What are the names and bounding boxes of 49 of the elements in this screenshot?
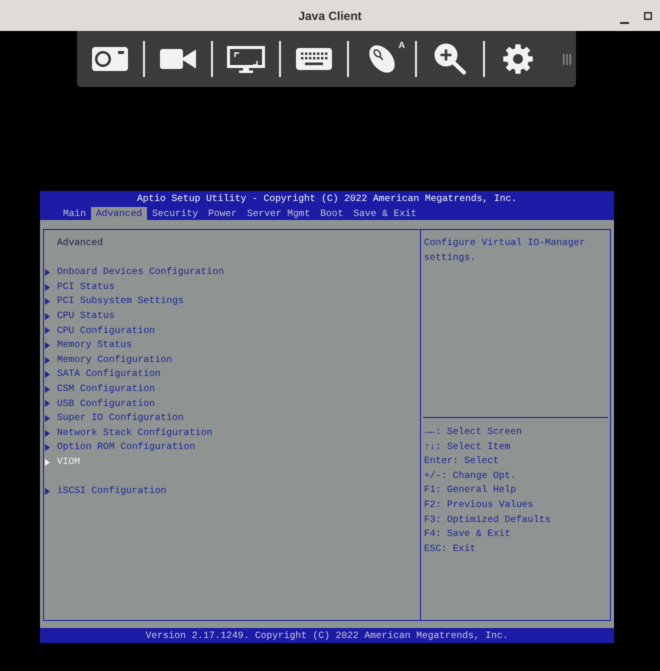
menu-item[interactable]: Network Stack Configuration xyxy=(45,426,212,440)
minimize-icon xyxy=(620,22,628,24)
key-help-line: Enter: Select xyxy=(424,454,499,468)
menu-item[interactable]: VIOM xyxy=(45,454,80,470)
menu-item[interactable]: Memory Status xyxy=(45,338,132,353)
bios-tab[interactable]: Server Mgmt xyxy=(242,207,316,220)
key-help-line: +/-: Change Opt. xyxy=(424,468,516,483)
submenu-arrow-icon xyxy=(45,488,50,495)
bios-tab[interactable]: Security xyxy=(147,207,204,220)
bios-tab[interactable]: Main xyxy=(58,207,92,220)
menu-item[interactable]: SATA Configuration xyxy=(45,367,161,382)
key-help-line: ↑↓: Select Item xyxy=(424,440,510,454)
key-help-line: F4: Save & Exit xyxy=(424,527,510,542)
bios-tab[interactable]: Save & Exit xyxy=(348,207,422,220)
maximize-icon xyxy=(644,12,652,20)
bios-tab[interactable]: Boot xyxy=(315,207,348,220)
menu-heading: Advanced xyxy=(57,236,104,250)
menu-item[interactable]: USB Configuration xyxy=(45,396,155,412)
menu-item[interactable]: PCI Subsystem Settings xyxy=(45,294,184,309)
menu-item[interactable]: CPU Configuration xyxy=(45,324,155,338)
monitor-icon xyxy=(227,46,265,72)
bios-tab[interactable]: Advanced xyxy=(91,207,148,220)
key-help-line: F1: General Help xyxy=(424,483,516,498)
mouse-button[interactable]: A xyxy=(357,39,407,79)
video-camera-icon xyxy=(160,48,196,70)
mouse-icon xyxy=(369,45,395,73)
keyboard-icon xyxy=(296,48,332,70)
menu-item[interactable]: CPU Status xyxy=(45,308,115,324)
menu-item[interactable]: CSM Configuration xyxy=(45,382,155,397)
version-footer: Version 2.17.1249. Copyright (C) 2022 American Megatrends, Inc. xyxy=(40,628,614,643)
bios-title: Aptio Setup Utility - Copyright (C) 2022 American Megatrends, Inc. xyxy=(136,192,518,206)
menu-item[interactable]: PCI Status xyxy=(45,280,115,294)
key-help-line: →←: Select Screen xyxy=(424,425,522,439)
help-text: Configure Virtual IO-Manager settings. xyxy=(424,236,586,265)
zoom-in-icon xyxy=(433,43,467,75)
grip-icon[interactable] xyxy=(563,54,571,64)
mouse-mode-label: A xyxy=(398,40,405,50)
key-help-line: ESC: Exit xyxy=(424,542,476,556)
key-help-line: F2: Previous Values xyxy=(424,498,534,512)
menu-item[interactable]: iSCSI Configuration xyxy=(45,484,166,499)
bios-tab[interactable]: Power xyxy=(203,207,242,220)
menu-item[interactable]: Memory Configuration xyxy=(45,352,172,368)
camera-icon xyxy=(92,47,128,71)
window-title: Java Client xyxy=(298,8,362,22)
settings-icon xyxy=(503,44,533,74)
menu-item[interactable]: Onboard Devices Configuration xyxy=(45,265,224,280)
key-help-line: F3: Optimized Defaults xyxy=(424,512,551,527)
menu-item[interactable]: Option ROM Configuration xyxy=(45,440,196,455)
menu-item[interactable]: Super IO Configuration xyxy=(45,411,184,426)
